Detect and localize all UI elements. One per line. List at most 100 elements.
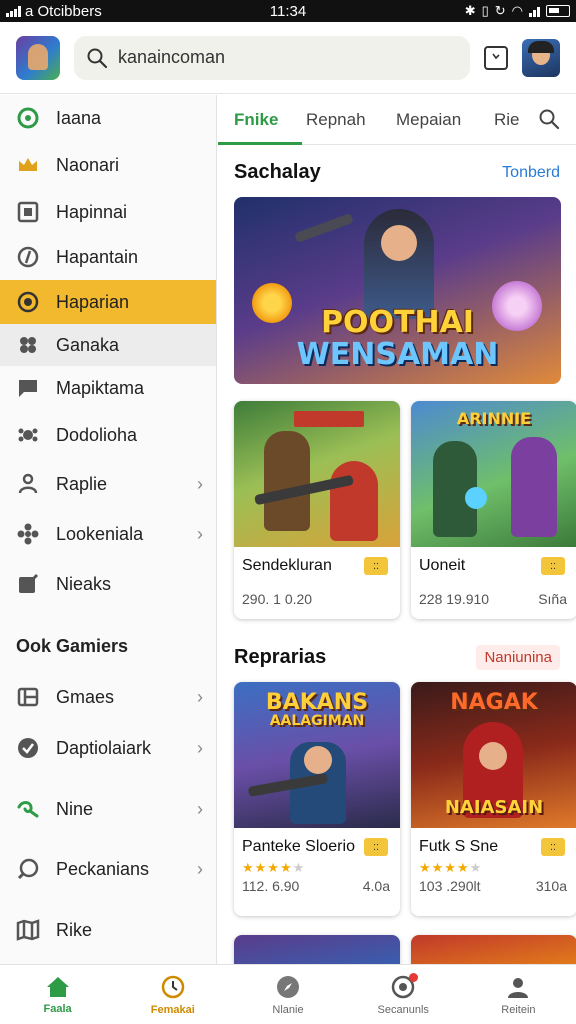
tab-search-icon[interactable] [538, 108, 560, 130]
tab-fnike[interactable]: Fnike [218, 95, 304, 145]
status-bar: a Otcibbers 11:34 ✱ ▯ ↻ ◠ [0, 0, 576, 22]
game-card[interactable]: ARINNIE Uoneit :: 228 19.910 Sıña [411, 401, 576, 619]
game-card-badge: :: [541, 838, 565, 856]
thumbnail-title-line1: BAKANS [265, 690, 369, 715]
sidebar-item-mapiktama[interactable]: Mapiktama [0, 366, 216, 410]
sidebar-item-haparian[interactable]: Haparian [0, 280, 216, 324]
sidebar-item-ganaka[interactable]: Ganaka [0, 324, 216, 366]
gamepad-circle-icon [16, 290, 40, 314]
game-card-meta: 103 .290lt [419, 878, 481, 894]
game-card[interactable] [234, 935, 400, 964]
thumbnail-title-line1: NAGAK [450, 690, 538, 715]
featured-more-link[interactable]: Tonberd [502, 164, 560, 182]
game-card-meta-secondary: 4.0a [362, 878, 390, 894]
sidebar-item-nieaks[interactable]: Nieaks [0, 559, 216, 609]
thumbnail-banner [294, 411, 364, 427]
character-figure [330, 461, 378, 541]
featured-section-title: Sachalay [234, 161, 321, 183]
sidebar-item-label: Dodolioha [56, 424, 138, 445]
tab-mepaian[interactable]: Mepaian [396, 95, 461, 145]
chevron-right-icon: › [197, 737, 203, 758]
sidebar-item-label: Ganaka [56, 334, 120, 355]
check-circle-icon [16, 736, 40, 760]
chevron-right-icon: › [197, 686, 203, 707]
bookmark-icon[interactable] [484, 45, 508, 70]
sidebar-item-label: Lookeniala [56, 523, 144, 544]
wifi-icon: ◠ [511, 3, 523, 18]
nav-profile[interactable]: Reitein [461, 965, 576, 1024]
nav-home[interactable]: Faala [0, 965, 115, 1024]
sync-icon: ↻ [494, 3, 506, 18]
status-right: ✱ ▯ ↻ ◠ [465, 3, 570, 19]
star-empty-icon: ★ [292, 860, 306, 875]
cell-signal-icon [529, 5, 540, 17]
sidebar-item-raplie[interactable]: Raplie › [0, 459, 216, 509]
search-input[interactable] [118, 47, 458, 68]
game-card-title: Sendekluran [242, 557, 332, 574]
game-card[interactable]: Sendekluran :: 290. 1 0.20 [234, 401, 400, 619]
clock-icon [161, 975, 185, 998]
search-bar[interactable] [74, 35, 470, 80]
sidebar-item-nine[interactable]: Nine › [0, 782, 216, 836]
sidebar-item-gmaes[interactable]: Gmaes › [0, 672, 216, 722]
grid-icon [16, 685, 40, 709]
hero-banner[interactable]: POOTHAI WENSAMAN [234, 197, 561, 384]
chevron-right-icon: › [197, 798, 203, 819]
game-thumbnail [234, 401, 400, 547]
thumbnail-subtitle: NAIASAIN [444, 797, 544, 818]
sidebar-item-label: Haparian [56, 291, 130, 312]
chat-icon [16, 376, 40, 400]
nav-explore-label: Nlanie [272, 1003, 304, 1016]
sidebar-item-peckanians[interactable]: Peckanians › [0, 842, 216, 896]
thumbnail-title: BAKANS AALAGIMAN [234, 690, 400, 729]
sidebar-item-iaana[interactable]: Iaana [0, 95, 216, 141]
game-card[interactable]: BAKANS AALAGIMAN Pantekе Sloerio :: ★★★★… [234, 682, 400, 916]
sidebar-item-label: Peckanians [56, 858, 150, 879]
sidebar-item-rike[interactable]: Rike [0, 905, 216, 955]
character-figure [264, 431, 310, 531]
sidebar-item-naonari[interactable]: Naonari [0, 141, 216, 189]
character-figure [511, 437, 557, 537]
app-root: a Otcibbers 11:34 ✱ ▯ ↻ ◠ Iaana Naonari Ha… [0, 0, 576, 1024]
sidebar-item-label: Hapinnai [56, 201, 128, 222]
edit-box-icon [16, 572, 40, 596]
nav-explore[interactable]: Nlanie [230, 965, 345, 1024]
hero-title: POOTHAI WENSAMAN [234, 307, 561, 370]
disc-icon [16, 245, 40, 269]
sidebar-item-label: Rike [56, 919, 93, 940]
hero-character-face [381, 225, 417, 261]
search-circle-icon [16, 857, 40, 881]
tab-rie[interactable]: Rie [494, 95, 520, 145]
sidebar-item-lookeniala[interactable]: Lookeniala › [0, 509, 216, 559]
cog-flower-icon [16, 522, 40, 546]
nav-messages[interactable]: Secanunls [346, 965, 461, 1024]
home-icon [46, 976, 69, 997]
thumbnail-title-line2: AALAGIMAN [269, 713, 365, 729]
nav-profile-label: Reitein [501, 1003, 536, 1016]
sidebar-item-hapinnai[interactable]: Hapinnai [0, 190, 216, 234]
game-card[interactable] [411, 935, 576, 964]
game-card-badge: :: [541, 557, 565, 575]
weapon-decoration [294, 213, 354, 243]
sidebar-item-hapantain[interactable]: Hapantain [0, 235, 216, 279]
sidebar-item-label: Mapiktama [56, 377, 145, 398]
search-icon [87, 48, 108, 68]
nav-recent-label: Femakai [150, 1003, 195, 1016]
recent-section-pill[interactable]: Naniunina [476, 645, 560, 670]
bluetooth-icon: ✱ [464, 3, 476, 18]
sidebar-item-dodolioha[interactable]: Dodolioha [0, 411, 216, 459]
chevron-right-icon: › [197, 473, 203, 494]
avatar[interactable] [522, 38, 560, 77]
sidebar-item-daptiolaiark[interactable]: Daptiolaiark › [0, 722, 216, 774]
bottom-navigation: Faala Femakai Nlanie Secanunls Reitein [0, 964, 576, 1024]
carrier-label: a Otcibbers [25, 2, 102, 20]
sidebar-item-label: Daptiolaiark [56, 737, 152, 758]
app-logo[interactable] [16, 35, 60, 80]
sidebar-item-label: Hapantain [56, 246, 139, 267]
tab-repnah[interactable]: Repnah [306, 95, 366, 145]
chevron-right-icon: › [197, 523, 203, 544]
game-thumbnail: BAKANS AALAGIMAN [234, 682, 400, 828]
game-card[interactable]: NAGAK NAIASAIN Futk S Sne :: ★★★★★ 103 .… [411, 682, 576, 916]
nav-recent[interactable]: Femakai [115, 965, 230, 1024]
game-card-meta-secondary: 310a [535, 878, 567, 894]
